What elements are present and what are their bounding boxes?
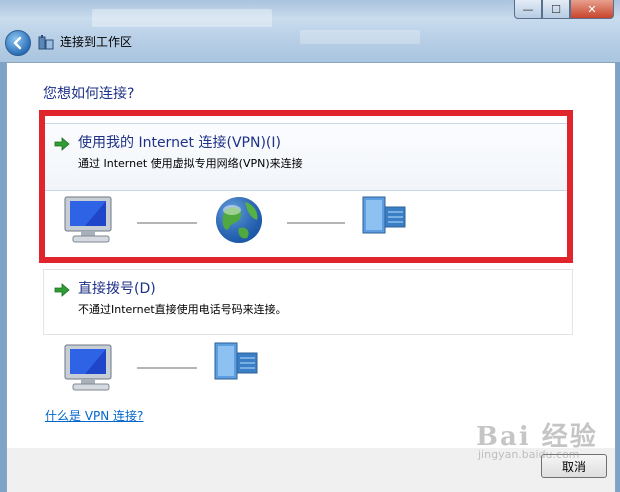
back-arrow-icon (13, 36, 22, 50)
workplace-connection-icon (38, 35, 54, 50)
green-arrow-icon (54, 283, 70, 297)
title-bar: — ☐ ✕ 连接到工作区 (0, 0, 620, 62)
background-blur (300, 30, 420, 44)
server-icon (214, 342, 258, 380)
watermark-url: jingyan.baidu.com (478, 448, 580, 461)
minimize-button[interactable]: — (514, 0, 542, 19)
option-dialup[interactable]: 直接拨号(D) 不通过Internet直接使用电话号码来连接。 (43, 269, 573, 335)
maximize-button[interactable]: ☐ (542, 0, 570, 19)
computer-icon (64, 344, 112, 391)
option-dialup-title: 直接拨号(D) (78, 281, 156, 297)
background-blur (92, 9, 272, 27)
window-controls: — ☐ ✕ (514, 0, 614, 19)
window-title: 连接到工作区 (60, 35, 133, 49)
page-question: 您想如何连接? (43, 86, 135, 102)
vpn-help-link[interactable]: 什么是 VPN 连接? (45, 407, 143, 424)
highlight-frame (39, 110, 573, 263)
option-dialup-description: 不通过Internet直接使用电话号码来连接。 (78, 303, 287, 316)
back-button[interactable] (5, 30, 31, 56)
close-button[interactable]: ✕ (570, 0, 614, 19)
